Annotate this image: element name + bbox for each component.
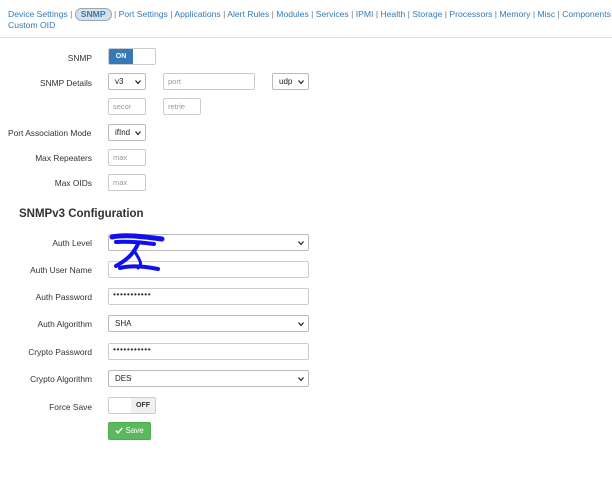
nav-services[interactable]: Services <box>316 9 349 19</box>
snmp-label: SNMP <box>67 53 92 63</box>
snmp-version-select[interactable]: v3 <box>108 73 146 90</box>
settings-nav: Device Settings | SNMP | Port Settings |… <box>0 0 612 38</box>
chevron-down-icon <box>298 322 304 327</box>
snmp-details-label: SNMP Details <box>40 78 92 88</box>
chevron-down-icon <box>135 80 141 85</box>
nav-modules[interactable]: Modules <box>276 9 308 19</box>
nav-misc[interactable]: Misc <box>537 9 555 19</box>
crypto-password-input[interactable]: ••••••••••• <box>108 343 309 360</box>
nav-custom-oid[interactable]: Custom OID <box>8 20 55 30</box>
nav-device-settings[interactable]: Device Settings <box>8 9 68 19</box>
max-repeaters-input[interactable]: max <box>108 149 146 166</box>
snmp-toggle[interactable]: ON <box>108 48 156 65</box>
chevron-down-icon <box>298 377 304 382</box>
nav-health[interactable]: Health <box>380 9 405 19</box>
nav-processors[interactable]: Processors <box>449 9 492 19</box>
max-repeaters-label: Max Repeaters <box>35 153 92 163</box>
auth-user-label: Auth User Name <box>30 265 92 275</box>
redaction-scribble <box>109 233 165 271</box>
auth-algorithm-label: Auth Algorithm <box>37 319 92 329</box>
crypto-algorithm-select[interactable]: DES <box>108 370 309 387</box>
auth-algorithm-select[interactable]: SHA <box>108 315 309 332</box>
nav-snmp-active[interactable]: SNMP <box>74 8 112 21</box>
retries-input[interactable]: retrie <box>163 98 201 115</box>
snmp-toggle-on[interactable]: ON <box>109 49 133 64</box>
port-association-select[interactable]: ifInd <box>108 124 146 141</box>
nav-port-settings[interactable]: Port Settings <box>119 9 168 19</box>
max-oids-input[interactable]: max <box>108 174 146 191</box>
save-button-label: Save <box>125 426 144 435</box>
auth-algorithm-value: SHA <box>115 319 132 328</box>
check-icon <box>115 427 124 434</box>
crypto-password-label: Crypto Password <box>28 347 92 357</box>
max-oids-label: Max OIDs <box>54 178 92 188</box>
transport-select[interactable]: udp <box>272 73 309 90</box>
nav-line-2: Custom OID <box>8 19 55 31</box>
nav-storage[interactable]: Storage <box>412 9 442 19</box>
nav-alert-rules[interactable]: Alert Rules <box>227 9 269 19</box>
timeout-input[interactable]: secor <box>108 98 146 115</box>
crypto-algorithm-value: DES <box>115 374 132 383</box>
force-save-toggle-off[interactable]: OFF <box>131 398 155 413</box>
nav-line-1: Device Settings | SNMP | Port Settings |… <box>8 8 611 21</box>
nav-ipmi[interactable]: IPMI <box>356 9 374 19</box>
nav-memory[interactable]: Memory <box>499 9 530 19</box>
force-save-toggle[interactable]: OFF <box>108 397 156 414</box>
save-button[interactable]: Save <box>108 422 151 440</box>
force-save-label: Force Save <box>49 402 92 412</box>
port-association-value: ifInd <box>115 128 131 137</box>
auth-password-input[interactable]: ••••••••••• <box>108 288 309 305</box>
crypto-algorithm-label: Crypto Algorithm <box>30 374 92 384</box>
port-input[interactable]: port <box>163 73 255 90</box>
snmp-version-value: v3 <box>115 77 124 86</box>
chevron-down-icon <box>298 80 304 85</box>
chevron-down-icon <box>298 241 304 246</box>
nav-components[interactable]: Components <box>562 9 611 19</box>
snmpv3-heading: SNMPv3 Configuration <box>19 208 144 220</box>
chevron-down-icon <box>135 131 141 136</box>
transport-value: udp <box>279 77 293 86</box>
auth-level-label: Auth Level <box>52 238 92 248</box>
port-association-label: Port Association Mode <box>8 128 92 138</box>
auth-password-label: Auth Password <box>35 292 92 302</box>
nav-applications[interactable]: Applications <box>174 9 220 19</box>
